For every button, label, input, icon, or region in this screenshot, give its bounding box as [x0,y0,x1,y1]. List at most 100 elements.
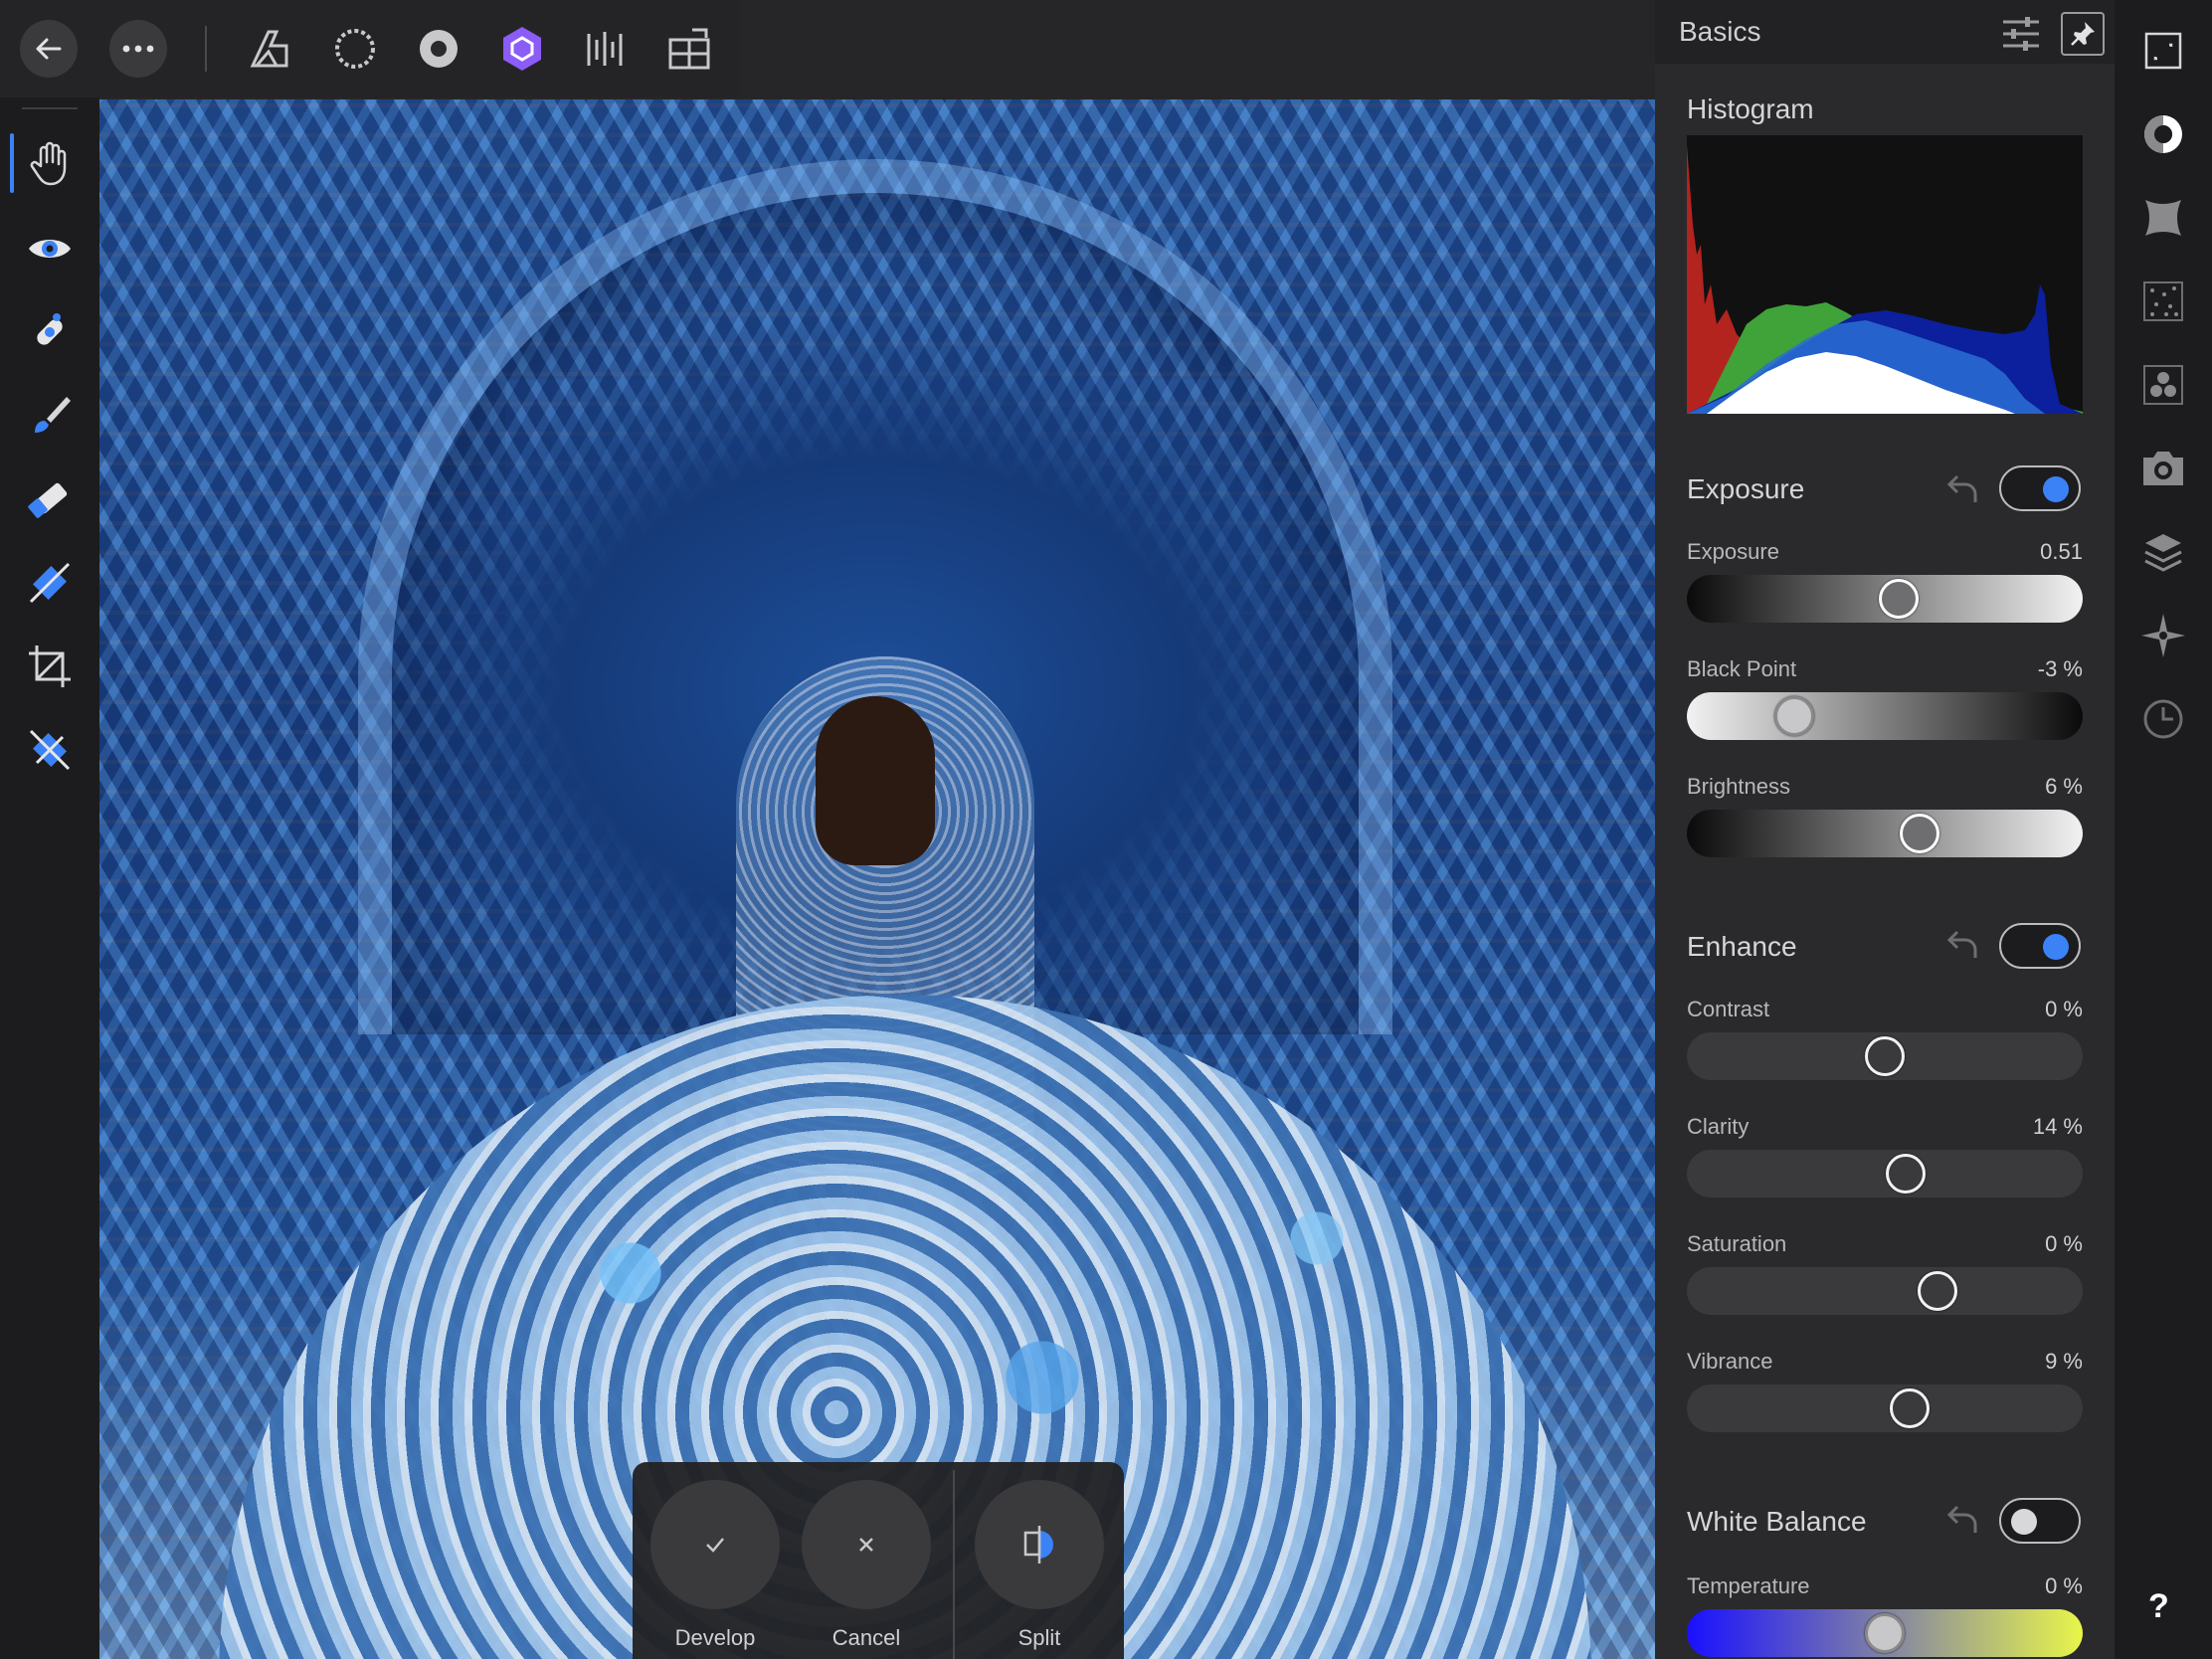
brightness-slider[interactable] [1687,810,2083,857]
vibrance-label: Vibrance [1687,1349,1773,1374]
red-eye-icon [29,240,71,258]
exposure-slider[interactable] [1687,575,2083,623]
eraser-tool[interactable] [20,469,80,529]
clarity-slider[interactable] [1687,1150,2083,1198]
overlay-tool[interactable] [20,720,80,780]
persona-toolbar [0,0,740,97]
white-balance-toggle[interactable] [1999,1498,2081,1544]
slider-thumb[interactable] [1865,1613,1905,1653]
saturation-value: 0 % [2045,1231,2083,1256]
tones-studio-button[interactable] [2138,360,2188,410]
overlays-studio-button[interactable] [2138,527,2188,577]
brush-icon [35,397,71,433]
slider-thumb[interactable] [1886,1154,1926,1194]
vibrance-slider[interactable] [1687,1384,2083,1432]
export-persona-button[interactable] [579,22,633,76]
back-button[interactable] [20,20,78,78]
panel-options-button[interactable] [1999,12,2043,56]
white-balance-reset-button[interactable] [1943,1500,1983,1540]
document-canvas[interactable] [0,0,1655,1659]
exposure-toggle[interactable] [1999,465,2081,511]
more-icon [122,45,154,53]
overlay-icon [29,729,71,771]
panel-header: Basics [1655,0,2115,64]
tone-mapping-persona-button[interactable] [495,22,549,76]
develop-button[interactable]: Develop [650,1480,780,1659]
liquify-persona-button[interactable] [328,22,382,76]
toggle-knob [2043,476,2069,502]
develop-action-bar: Develop Cancel Split [633,1462,1124,1659]
slider-thumb[interactable] [1774,696,1814,736]
focus-icon [2141,614,2185,657]
history-studio-button[interactable] [2138,694,2188,744]
enhance-reset-button[interactable] [1943,925,1983,965]
temperature-slider[interactable] [1687,1609,2083,1657]
contrast-label: Contrast [1687,997,1770,1021]
tones-icon [2143,365,2183,405]
lens-studio-button[interactable] [2138,193,2188,243]
develop-persona-button[interactable] [412,22,465,76]
tone-mapping-persona-icon [503,27,541,71]
split-button-label: Split [1017,1625,1061,1650]
hand-tool-icon [30,141,67,186]
histogram [1687,135,2083,414]
help-button[interactable]: ? [2148,1587,2169,1626]
split-button[interactable]: Split [975,1480,1104,1659]
exposure-value: 0.51 [2040,539,2083,564]
focus-studio-button[interactable] [2138,611,2188,660]
action-separator [953,1470,955,1659]
temperature-value: 0 % [2045,1573,2083,1598]
tools-panel [0,97,99,1659]
exposure-section-title: Exposure [1687,473,1805,504]
red-eye-tool[interactable] [20,219,80,278]
slider-thumb[interactable] [1865,1036,1905,1076]
slider-thumb[interactable] [1917,1271,1957,1311]
fullscreen-icon [2144,32,2182,70]
photo-persona-button[interactable] [243,22,296,76]
blemish-tool[interactable] [20,302,80,362]
temperature-label: Temperature [1687,1573,1810,1598]
saturation-slider[interactable] [1687,1267,2083,1315]
develop-button-ring[interactable] [650,1480,780,1609]
checkmark-icon [706,1538,724,1553]
undo-icon [1946,1505,1977,1533]
black-point-slider[interactable] [1687,692,2083,740]
gradient-tool[interactable] [20,553,80,613]
active-tool-indicator [10,133,14,193]
brush-tool[interactable] [20,386,80,446]
more-button[interactable] [109,20,167,78]
crop-tool[interactable] [20,637,80,696]
exposure-reset-button[interactable] [1943,469,1983,509]
contrast-slider[interactable] [1687,1032,2083,1080]
details-studio-button[interactable] [2138,276,2188,326]
photo-persona-icon [250,30,288,68]
eraser-icon [28,482,68,518]
photo-figure [816,696,935,865]
slider-thumb[interactable] [1889,1388,1930,1428]
enhance-section-title: Enhance [1687,931,1797,962]
cancel-button-ring[interactable] [802,1480,931,1609]
profiles-studio-button[interactable] [2138,444,2188,493]
cancel-button-label: Cancel [831,1625,901,1650]
undo-icon [1946,474,1977,502]
basics-icon [2144,115,2182,153]
brightness-value: 6 % [2045,774,2083,799]
split-button-ring[interactable] [975,1480,1104,1609]
cancel-button[interactable]: Cancel [802,1480,931,1659]
basics-studio-button[interactable] [2138,109,2188,159]
share-button[interactable] [662,22,716,76]
slider-thumb[interactable] [1879,579,1919,619]
develop-button-label: Develop [674,1625,756,1650]
black-point-value: -3 % [2037,656,2083,681]
details-icon [2143,281,2183,321]
brightness-label: Brightness [1687,774,1790,799]
enhance-toggle[interactable] [1999,923,2081,969]
share-icon [668,28,710,70]
photo-image[interactable] [99,99,1655,1659]
fullscreen-button[interactable] [2138,26,2188,76]
clarity-label: Clarity [1687,1114,1750,1139]
slider-thumb[interactable] [1900,814,1939,853]
hand-tool[interactable] [20,133,80,193]
pin-panel-button[interactable] [2061,12,2105,56]
back-icon [36,38,62,60]
